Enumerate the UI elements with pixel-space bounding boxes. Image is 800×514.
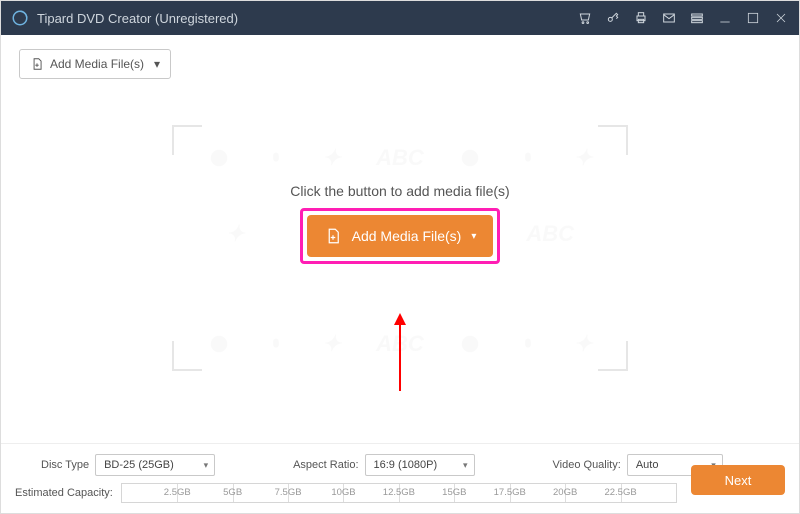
key-icon[interactable] (605, 10, 621, 26)
add-media-button[interactable]: Add Media File(s) ▾ (307, 215, 493, 257)
ruler-label: 17.5GB (494, 487, 526, 498)
drop-prompt: Click the button to add media file(s) (190, 183, 610, 199)
annotation-arrow (392, 313, 408, 396)
ruler-label: 22.5GB (604, 487, 636, 498)
ruler-label: 10GB (331, 487, 355, 498)
add-media-label: Add Media File(s) (352, 228, 462, 244)
aspect-ratio-value: 16:9 (1080P) (374, 459, 438, 471)
video-quality-value: Auto (636, 459, 659, 471)
app-title: Tipard DVD Creator (Unregistered) (37, 11, 238, 26)
next-label: Next (725, 473, 752, 488)
next-button[interactable]: Next (691, 465, 785, 495)
watermark-row: ✦ABC ✦ (190, 145, 610, 171)
cart-icon[interactable] (577, 10, 593, 26)
print-icon[interactable] (633, 10, 649, 26)
aspect-ratio-select[interactable]: 16:9 (1080P) ▾ (365, 454, 475, 476)
disc-type-label: Disc Type (41, 459, 89, 471)
bottom-bar: Disc Type BD-25 (25GB) ▾ Aspect Ratio: 1… (1, 443, 799, 513)
titlebar: Tipard DVD Creator (Unregistered) (1, 1, 799, 35)
maximize-icon[interactable] (745, 10, 761, 26)
video-quality-label: Video Quality: (553, 459, 621, 471)
aspect-ratio-label: Aspect Ratio: (293, 459, 358, 471)
ruler-label: 12.5GB (383, 487, 415, 498)
disc-type-select[interactable]: BD-25 (25GB) ▾ (95, 454, 215, 476)
ruler-label: 5GB (223, 487, 242, 498)
chevron-down-icon: ▾ (204, 460, 209, 471)
app-logo-icon (11, 9, 29, 27)
ruler-label: 2.5GB (164, 487, 191, 498)
capacity-ruler: 2.5GB 5GB 7.5GB 10GB 12.5GB 15GB 17.5GB 20GB 22.… (121, 483, 677, 503)
minimize-icon[interactable] (717, 10, 733, 26)
ruler-label: 7.5GB (275, 487, 302, 498)
ruler-label: 15GB (442, 487, 466, 498)
menu-icon[interactable] (689, 10, 705, 26)
estimated-capacity-label: Estimated Capacity: (15, 487, 113, 499)
chevron-down-icon: ▾ (471, 231, 476, 242)
mail-icon[interactable] (661, 10, 677, 26)
ruler-label: 20GB (553, 487, 577, 498)
chevron-down-icon: ▾ (463, 460, 468, 471)
close-icon[interactable] (773, 10, 789, 26)
disc-type-value: BD-25 (25GB) (104, 459, 174, 471)
